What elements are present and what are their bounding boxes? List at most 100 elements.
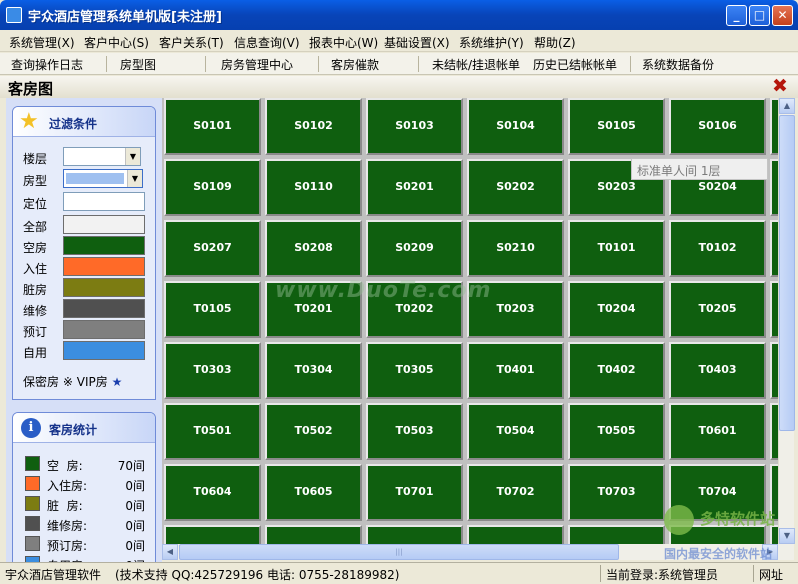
room-tile-partial[interactable] [265,525,362,544]
room-tile[interactable]: T0504 [467,403,564,460]
room-tile[interactable]: T0503 [366,403,463,460]
room-tile[interactable]: S0201 [366,159,463,216]
room-tile[interactable]: T0703 [568,464,665,521]
site-badge-text: 多特软件站 [700,510,776,528]
room-tile[interactable]: T0702 [467,464,564,521]
room-tile[interactable]: S0105 [568,98,665,155]
room-tile[interactable]: T0303 [164,342,261,399]
room-tile[interactable]: T0604 [164,464,261,521]
room-tile[interactable]: S0210 [467,220,564,277]
room-tile[interactable]: S0202 [467,159,564,216]
room-tile[interactable]: T0101 [568,220,665,277]
status-swatch[interactable] [63,299,145,318]
room-tile[interactable]: T0601 [669,403,766,460]
room-tile[interactable]: S0109 [164,159,261,216]
status-filter-vacant[interactable]: 空房 [23,236,151,256]
status-swatch[interactable] [63,320,145,339]
room-tile[interactable]: S0104 [467,98,564,155]
status-swatch[interactable] [63,215,145,234]
menu-info-query[interactable]: 信息查询(V) [234,34,300,51]
room-tile[interactable]: S0110 [265,159,362,216]
menu-customer-relations[interactable]: 客户关系(T) [159,34,224,51]
locate-input[interactable] [63,192,145,211]
status-filter-dirty[interactable]: 脏房 [23,278,151,298]
room-tile-partial[interactable] [568,525,665,544]
room-tile[interactable]: T0402 [568,342,665,399]
stats-panel-header[interactable]: i 客房统计 [13,413,155,443]
status-swatch[interactable] [63,236,145,255]
menu-system[interactable]: 系统管理(X) [9,34,75,51]
status-filter-reserved[interactable]: 预订 [23,320,151,340]
stat-count: 0间 [125,539,145,553]
status-swatch[interactable] [63,341,145,360]
tool-room-dunning[interactable]: 客房催款 [331,56,379,73]
room-tile[interactable]: S0103 [366,98,463,155]
room-tile[interactable]: S0207 [164,220,261,277]
room-tile[interactable]: T0201 [265,281,362,338]
tool-data-backup[interactable]: 系统数据备份 [642,56,714,73]
chevron-down-icon[interactable]: ▼ [125,148,140,165]
close-page-icon[interactable]: ✖ [772,76,788,96]
room-legend: 保密房 ※ VIP房 ★ [23,373,122,390]
status-swatch[interactable] [63,257,145,276]
room-tile[interactable]: T0701 [366,464,463,521]
room-tile[interactable]: S0102 [265,98,362,155]
room-tile-partial[interactable] [770,98,778,155]
room-tile-partial[interactable] [770,342,778,399]
menu-customer-center[interactable]: 客户中心(S) [84,34,149,51]
room-tile-partial[interactable] [366,525,463,544]
scroll-up-icon[interactable]: ▲ [779,98,795,114]
room-tile[interactable]: T0205 [669,281,766,338]
room-tile[interactable]: T0102 [669,220,766,277]
room-tile[interactable]: T0204 [568,281,665,338]
room-tile[interactable]: S0106 [669,98,766,155]
room-tile[interactable]: T0605 [265,464,362,521]
scroll-down-icon[interactable]: ▼ [779,528,795,544]
room-tile[interactable]: T0401 [467,342,564,399]
status-filter-selfuse[interactable]: 自用 [23,341,151,361]
tool-operation-log[interactable]: 查询操作日志 [11,56,83,73]
room-tile[interactable]: T0304 [265,342,362,399]
room-tile-partial[interactable] [164,525,261,544]
menu-basic-settings[interactable]: 基础设置(X) [384,34,450,51]
tool-settled-history[interactable]: 历史已结帐帐单 [533,56,617,73]
room-tile[interactable]: T0403 [669,342,766,399]
room-tile-partial[interactable] [770,220,778,277]
status-filter-occupied[interactable]: 入住 [23,257,151,277]
vertical-scrollbar[interactable]: ▲ ▼ [778,98,795,544]
vertical-scroll-thumb[interactable] [779,115,795,431]
room-tile[interactable]: T0203 [467,281,564,338]
floor-select[interactable]: ▼ [63,147,141,166]
scroll-left-icon[interactable]: ◀ [162,544,178,560]
roomtype-select[interactable]: ▼ [63,169,143,188]
chevron-down-icon[interactable]: ▼ [127,170,142,187]
status-filter-all[interactable]: 全部 [23,215,151,235]
maximize-button[interactable]: □ [749,5,770,26]
room-tile[interactable]: T0202 [366,281,463,338]
tool-room-map[interactable]: 房型图 [120,56,156,73]
room-tile[interactable]: T0501 [164,403,261,460]
status-filter-repair[interactable]: 维修 [23,299,151,319]
room-tile[interactable]: T0305 [366,342,463,399]
room-tile[interactable]: T0502 [265,403,362,460]
status-label: 脏房 [23,283,48,297]
menu-reports[interactable]: 报表中心(W) [309,34,378,51]
room-tile-partial[interactable] [467,525,564,544]
room-tile[interactable]: S0209 [366,220,463,277]
room-tile-partial[interactable] [770,403,778,460]
minimize-button[interactable]: _ [726,5,747,26]
tool-unsettled-bills[interactable]: 未结帐/挂退帐单 [432,56,520,73]
close-window-button[interactable]: ✕ [772,5,793,26]
status-swatch[interactable] [63,278,145,297]
room-tile[interactable]: T0105 [164,281,261,338]
room-tile-partial[interactable] [770,281,778,338]
menu-system-maintenance[interactable]: 系统维护(Y) [459,34,524,51]
horizontal-scroll-thumb[interactable]: ||| [179,544,619,560]
filter-panel-header[interactable]: ★ 过滤条件 [13,107,155,137]
room-tile[interactable]: T0505 [568,403,665,460]
menu-help[interactable]: 帮助(Z) [534,34,576,51]
room-tile[interactable]: S0101 [164,98,261,155]
tool-housekeeping-center[interactable]: 房务管理中心 [221,56,293,73]
room-tile[interactable]: S0208 [265,220,362,277]
room-tile-partial[interactable] [770,159,778,216]
